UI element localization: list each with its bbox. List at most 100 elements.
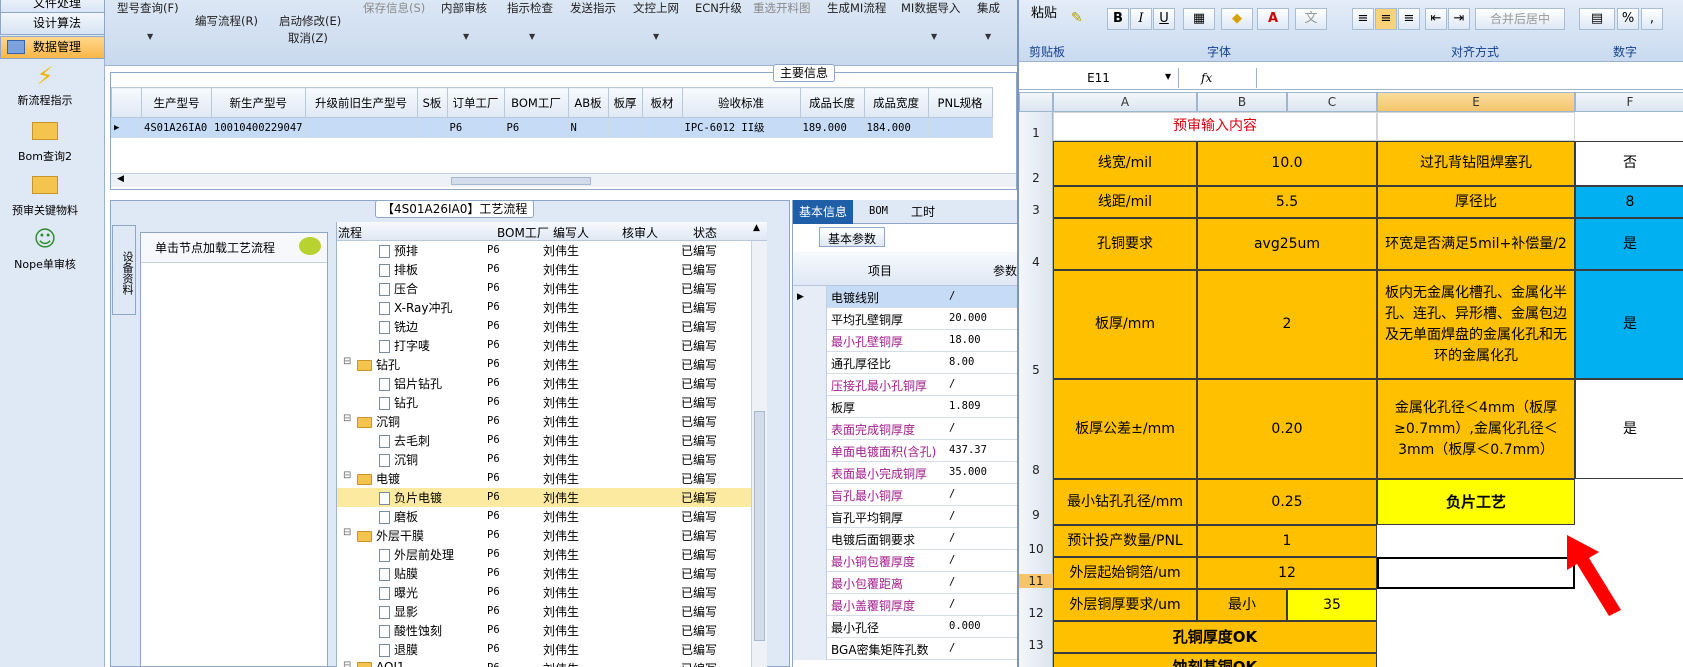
column-header[interactable]: S板 (416, 87, 448, 118)
row-header[interactable] (793, 484, 827, 506)
tree-node-label[interactable]: 钻孔 (379, 394, 418, 411)
tree-node-label[interactable]: 预排 (379, 242, 418, 259)
tree-row[interactable]: 曝光 P6 刘伟生 已编写 (337, 583, 767, 602)
select-all-corner[interactable] (1019, 92, 1053, 112)
param-row[interactable]: 单面电镀面积(含孔) 437.37 (793, 440, 1018, 462)
column-header[interactable]: 新生产型号 (211, 87, 306, 118)
percent-button[interactable]: % (1617, 8, 1639, 30)
param-value[interactable]: / (949, 554, 955, 566)
row-number[interactable]: 11 (1019, 574, 1053, 588)
cell-a13[interactable]: 孔铜厚度OK (1053, 621, 1377, 653)
row-header[interactable] (793, 638, 827, 660)
tab-basic-info[interactable]: 基本信息 (793, 200, 854, 224)
tool-new-flow[interactable]: ⚡ 新流程指示 (0, 62, 90, 108)
save-info-button[interactable]: 保存信息(S) (363, 0, 425, 16)
collapse-icon[interactable]: ⊟ (343, 660, 351, 667)
reselect-cut-chart-button[interactable]: 重选开料图 (753, 0, 811, 16)
table-cell[interactable] (304, 117, 418, 138)
cell-e9[interactable]: 负片工艺 (1377, 479, 1575, 525)
cell-a4[interactable]: 孔铜要求 (1053, 218, 1197, 270)
table-cell[interactable]: 189.000 (799, 117, 865, 138)
format-painter-icon[interactable]: ✎ (1071, 10, 1083, 26)
ecn-upgrade-button[interactable]: ECN升级 (695, 0, 742, 16)
doc-online-button[interactable]: 文控上网 (633, 0, 679, 16)
param-value[interactable]: 437.37 (949, 444, 987, 456)
column-header[interactable]: 状态 (693, 224, 717, 241)
currency-icon[interactable]: ▤ (1579, 8, 1615, 30)
underline-button[interactable]: U (1153, 8, 1175, 30)
cell-f5[interactable]: 是 (1575, 270, 1683, 379)
param-row[interactable]: 最小孔径 0.000 (793, 616, 1018, 638)
column-header[interactable]: BOM工厂 (503, 87, 569, 118)
tree-node-label[interactable]: AOI1 (357, 660, 405, 667)
cell-e8[interactable]: 金属化孔径＜4mm（板厚≥0.7mm）,金属化孔径＜3mm（板厚＜0.7mm） (1377, 379, 1575, 479)
table-cell[interactable]: 184.000 (863, 117, 929, 138)
cell-a14[interactable]: 蚀刻基铜OK (1053, 653, 1377, 667)
column-header[interactable]: PNL规格 (927, 87, 993, 118)
param-row[interactable]: 表面完成铜厚度 / (793, 418, 1018, 440)
integrate-button[interactable]: 集成 (977, 0, 1000, 16)
row-header[interactable] (793, 352, 827, 374)
column-header[interactable]: 项目 (868, 262, 892, 279)
row-number[interactable]: 9 (1019, 508, 1053, 522)
column-header[interactable]: AB板 (567, 87, 609, 118)
tree-node-label[interactable]: 外层前处理 (379, 546, 454, 563)
param-value[interactable]: / (949, 532, 955, 544)
tree-node-label[interactable]: 压合 (379, 280, 418, 297)
fx-button[interactable]: fx (1201, 71, 1212, 85)
collapse-icon[interactable]: ⊟ (343, 470, 351, 481)
param-value[interactable]: / (949, 510, 955, 522)
cell-a8[interactable]: 板厚公差±/mm (1053, 379, 1197, 479)
tree-row[interactable]: 酸性蚀刻 P6 刘伟生 已编写 (337, 621, 767, 640)
param-value[interactable]: 8.00 (949, 356, 974, 368)
row-header[interactable] (793, 550, 827, 572)
param-row[interactable]: 最小包覆距离 / (793, 572, 1018, 594)
tree-node-label[interactable]: 打字唛 (379, 337, 430, 354)
fill-color-icon[interactable]: ◆ (1221, 8, 1253, 30)
row-number[interactable]: 10 (1019, 542, 1053, 556)
tab-basic-params[interactable]: 基本参数 (819, 227, 886, 247)
tree-row[interactable]: 排板 P6 刘伟生 已编写 (337, 260, 767, 279)
column-header[interactable]: 板材 (641, 87, 683, 118)
cell-b3[interactable]: 5.5 (1197, 186, 1377, 218)
row-header[interactable]: ▶ (793, 286, 827, 308)
formula-input[interactable] (1256, 68, 1683, 88)
tab-labor-hours[interactable]: 工时 (911, 203, 935, 220)
tree-row[interactable]: 外层前处理 P6 刘伟生 已编写 (337, 545, 767, 564)
tree-row[interactable]: ⊟ 电镀 P6 刘伟生 已编写 (337, 469, 767, 488)
column-header[interactable]: 核审人 (622, 224, 658, 241)
param-row[interactable]: ▶ 电镀线别 / (793, 286, 1018, 308)
send-instruction-button[interactable]: 发送指示 (570, 0, 616, 16)
column-header-f[interactable]: F (1575, 92, 1683, 112)
column-header[interactable]: 升级前旧生产型号 (304, 87, 418, 118)
tree-row[interactable]: ⊟ 钻孔 P6 刘伟生 已编写 (337, 355, 767, 374)
cell-b12[interactable]: 最小 (1197, 589, 1287, 621)
cell-e4[interactable]: 环宽是否满足5mil+补偿量/2 (1377, 218, 1575, 270)
column-header[interactable]: 成品宽度 (863, 87, 929, 118)
tree-row[interactable]: 打字唛 P6 刘伟生 已编写 (337, 336, 767, 355)
arrow-left-icon[interactable]: ◀ (117, 174, 124, 184)
column-header[interactable]: 流程 (338, 224, 362, 241)
chevron-down-icon[interactable]: ▼ (1165, 72, 1171, 81)
tool-nope-review[interactable]: ☺ Nope单审核 (0, 226, 90, 272)
param-row[interactable]: BGA密集矩阵孔数 / (793, 638, 1018, 660)
generate-mi-flow-button[interactable]: 生成MI流程 (827, 0, 886, 16)
column-header-e[interactable]: E (1377, 92, 1575, 112)
param-value[interactable]: 35.000 (949, 466, 987, 478)
cell-b2[interactable]: 10.0 (1197, 141, 1377, 186)
tab-equipment[interactable]: 设备资料 (112, 225, 136, 315)
row-header[interactable] (793, 462, 827, 484)
tree-node-label[interactable]: 负片电镀 (379, 489, 442, 506)
collapse-icon[interactable]: ⊟ (343, 356, 351, 367)
cell-b9[interactable]: 0.25 (1197, 479, 1377, 525)
write-flow-button[interactable]: 编写流程(R) (195, 13, 258, 29)
cell-b8[interactable]: 0.20 (1197, 379, 1377, 479)
column-header[interactable]: 参数 (993, 262, 1017, 279)
align-left-icon[interactable]: ≡ (1352, 8, 1374, 30)
tree-row[interactable]: 预排 P6 刘伟生 已编写 (337, 241, 767, 260)
bold-button[interactable]: B (1107, 8, 1129, 30)
param-value[interactable]: / (949, 290, 955, 302)
vertical-scrollbar[interactable] (751, 241, 767, 667)
tree-row[interactable]: 铝片钻孔 P6 刘伟生 已编写 (337, 374, 767, 393)
cell-b11[interactable]: 12 (1197, 557, 1377, 589)
